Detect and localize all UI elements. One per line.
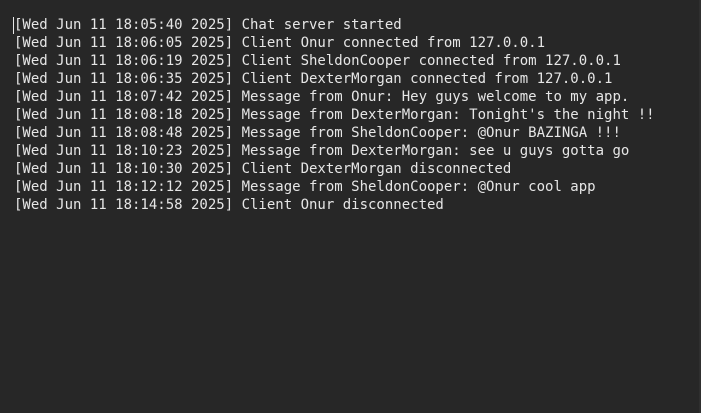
log-line: [Wed Jun 11 18:08:48 2025] Message from … — [14, 125, 621, 141]
log-line: [Wed Jun 11 18:10:23 2025] Message from … — [14, 143, 630, 159]
log-line: [Wed Jun 11 18:08:18 2025] Message from … — [14, 107, 655, 123]
terminal-output[interactable]: [Wed Jun 11 18:05:40 2025] Chat server s… — [0, 0, 701, 413]
log-line: [Wed Jun 11 18:05:40 2025] Chat server s… — [14, 17, 402, 33]
log-line: [Wed Jun 11 18:12:12 2025] Message from … — [14, 179, 596, 195]
log-line: [Wed Jun 11 18:06:05 2025] Client Onur c… — [14, 35, 546, 51]
log-line: [Wed Jun 11 18:10:30 2025] Client Dexter… — [14, 161, 512, 177]
text-cursor — [13, 17, 14, 34]
log-line: [Wed Jun 11 18:14:58 2025] Client Onur d… — [14, 197, 444, 213]
log-line: [Wed Jun 11 18:06:35 2025] Client Dexter… — [14, 71, 613, 87]
log-line: [Wed Jun 11 18:07:42 2025] Message from … — [14, 89, 630, 105]
log-line: [Wed Jun 11 18:06:19 2025] Client Sheldo… — [14, 53, 621, 69]
